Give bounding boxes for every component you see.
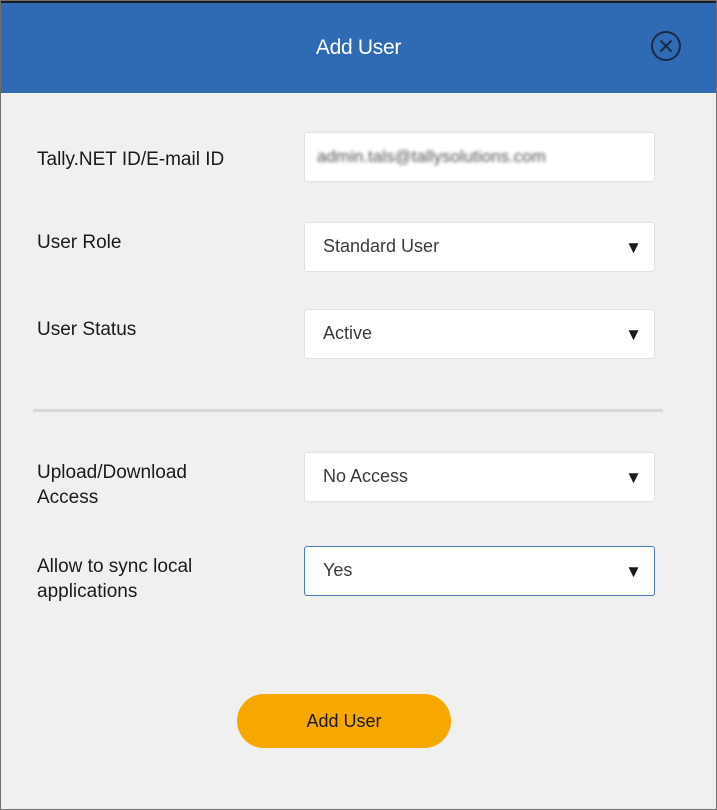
user-role-select[interactable]: Standard User ▼ [304, 222, 655, 272]
upload-download-label-line2: Access [37, 487, 99, 508]
chevron-down-icon: ▼ [625, 325, 642, 344]
sync-local-value: Yes [323, 560, 353, 580]
email-label: Tally.NET ID/E-mail ID [37, 149, 225, 170]
dialog-title: Add User [315, 36, 402, 59]
email-field[interactable]: admin.tals@tallysolutions.com [304, 132, 655, 182]
sync-local-label: Allow to sync local applications [37, 554, 192, 604]
user-status-value: Active [323, 323, 373, 343]
close-icon[interactable] [650, 30, 682, 62]
sync-local-label-line1: Allow to sync local [37, 556, 193, 577]
sync-local-label-line2: applications [37, 581, 138, 602]
upload-download-label-line1: Upload/Download [37, 462, 187, 483]
dialog-header: Add User [1, 1, 716, 93]
user-status-label: User Status [37, 319, 137, 340]
chevron-down-icon: ▼ [625, 238, 642, 257]
add-user-button[interactable]: Add User [237, 694, 451, 748]
upload-download-label: Upload/Download Access [37, 460, 187, 510]
chevron-down-icon: ▼ [625, 468, 642, 487]
chevron-down-icon: ▼ [625, 562, 642, 581]
upload-download-select[interactable]: No Access ▼ [304, 452, 655, 502]
add-user-dialog: Add User Tally.NET ID/E-mail ID admin.ta… [0, 0, 717, 810]
user-role-label: User Role [37, 232, 122, 253]
sync-local-select[interactable]: Yes ▼ [304, 546, 655, 596]
upload-download-value: No Access [323, 466, 409, 486]
user-role-value: Standard User [323, 236, 440, 256]
section-divider [33, 409, 663, 412]
email-value: admin.tals@tallysolutions.com [317, 147, 546, 166]
user-status-select[interactable]: Active ▼ [304, 309, 655, 359]
